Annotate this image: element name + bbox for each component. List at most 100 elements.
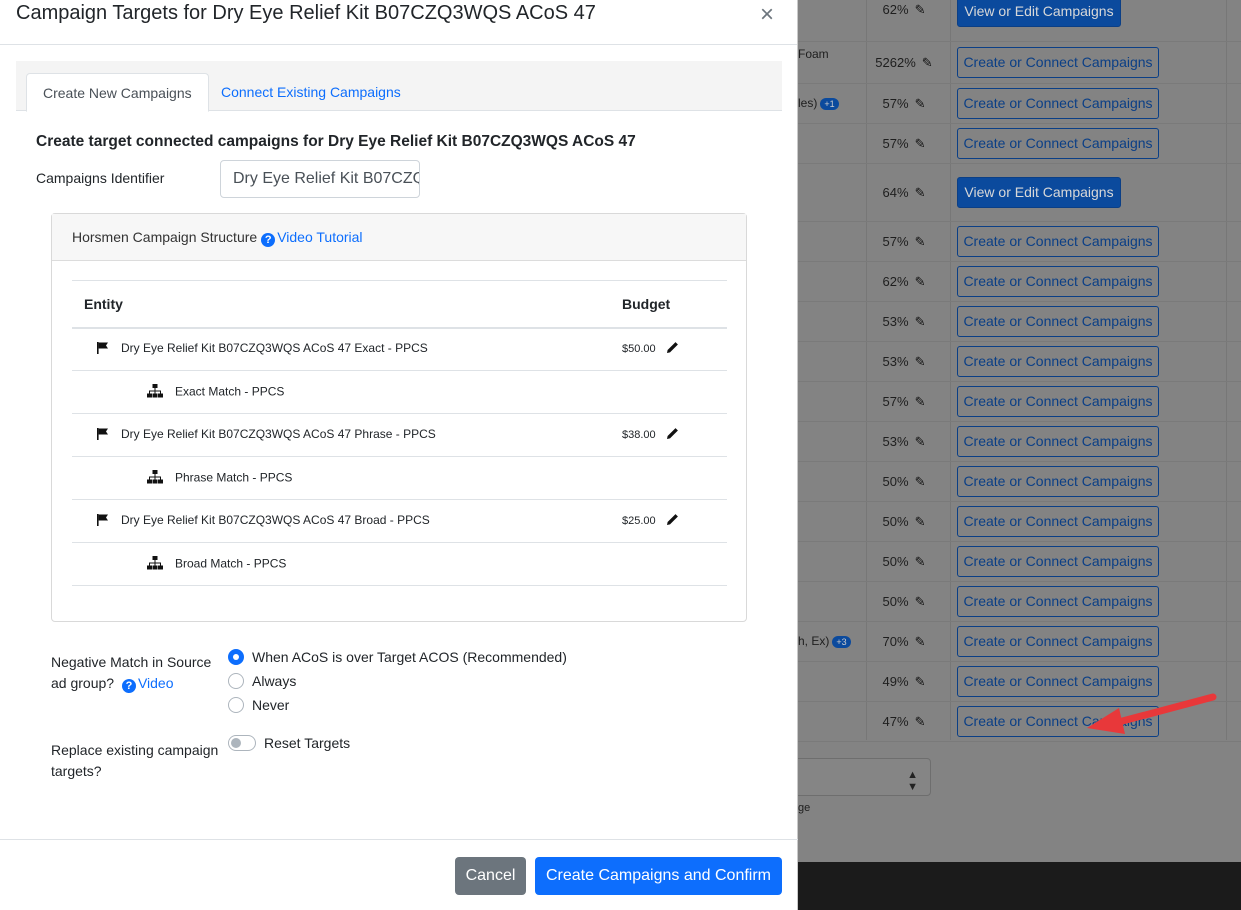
- create-campaigns-confirm-button[interactable]: Create Campaigns and Confirm: [535, 857, 782, 895]
- acos-value: 50%: [882, 474, 909, 489]
- pencil-icon[interactable]: ✎: [915, 474, 926, 490]
- acos-cell: 53% ✎: [866, 314, 942, 330]
- radio-label: When ACoS is over Target ACOS (Recommend…: [252, 649, 567, 665]
- pencil-icon[interactable]: ✎: [915, 434, 926, 450]
- video-tutorial-link[interactable]: Video Tutorial: [277, 229, 362, 245]
- modal-title: Campaign Targets for Dry Eye Relief Kit …: [16, 2, 596, 24]
- pencil-icon[interactable]: [666, 513, 679, 529]
- create-connect-campaigns-button[interactable]: Create or Connect Campaigns: [957, 226, 1159, 257]
- red-arrow-icon: [1087, 693, 1217, 734]
- create-connect-campaigns-button[interactable]: Create or Connect Campaigns: [957, 546, 1159, 577]
- acos-value: 53%: [882, 354, 909, 369]
- card-header: Horsmen Campaign Structure? Video Tutoria…: [52, 214, 746, 261]
- question-circle-icon: ?: [261, 233, 276, 247]
- create-connect-campaigns-button[interactable]: Create or Connect Campaigns: [957, 128, 1159, 159]
- entity-name: Broad Match - PPCS: [175, 556, 287, 571]
- acos-value: 57%: [882, 234, 909, 249]
- pencil-icon[interactable]: ✎: [915, 554, 926, 570]
- create-connect-campaigns-button[interactable]: Create or Connect Campaigns: [957, 346, 1159, 377]
- pencil-icon[interactable]: ✎: [915, 185, 926, 201]
- page-size-hint: ge: [798, 802, 811, 814]
- tab-create-new-campaigns[interactable]: Create New Campaigns: [26, 73, 209, 112]
- close-icon[interactable]: ×: [760, 3, 774, 27]
- acos-cell: 49% ✎: [866, 674, 942, 690]
- flag-icon: [96, 341, 109, 357]
- replace-targets-label: Replace existing campaign targets?: [51, 742, 219, 779]
- pencil-icon[interactable]: ✎: [922, 55, 933, 71]
- pencil-icon[interactable]: ✎: [915, 714, 926, 730]
- campaign-targets-modal: Campaign Targets for Dry Eye Relief Kit …: [0, 0, 798, 910]
- create-connect-campaigns-button[interactable]: Create or Connect Campaigns: [957, 626, 1159, 657]
- view-edit-campaigns-button[interactable]: View or Edit Campaigns: [957, 177, 1121, 208]
- column-header-budget: Budget: [622, 280, 727, 329]
- structure-heading: Horsmen Campaign Structure: [72, 229, 258, 245]
- count-badge: +1: [820, 98, 839, 110]
- pencil-icon[interactable]: ✎: [915, 514, 926, 530]
- pencil-icon[interactable]: [666, 427, 679, 443]
- negative-match-label: Negative Match in Source ad group? ? Vide…: [51, 652, 221, 694]
- pencil-icon[interactable]: ✎: [915, 354, 926, 370]
- product-name-fragment: Foam: [798, 47, 829, 61]
- pencil-icon[interactable]: ✎: [915, 314, 926, 330]
- pencil-icon[interactable]: ✎: [915, 594, 926, 610]
- pencil-icon[interactable]: ✎: [915, 234, 926, 250]
- acos-value: 50%: [882, 514, 909, 529]
- count-badge: +3: [832, 636, 851, 648]
- entity-name: Phrase Match - PPCS: [175, 470, 293, 485]
- pencil-icon[interactable]: ✎: [915, 274, 926, 290]
- acos-cell: 50% ✎: [866, 474, 942, 490]
- sitemap-icon: [147, 555, 163, 573]
- create-connect-campaigns-button[interactable]: Create or Connect Campaigns: [957, 306, 1159, 337]
- entity-name: Exact Match - PPCS: [175, 384, 285, 399]
- radio-button[interactable]: [228, 697, 244, 713]
- acos-cell: 50% ✎: [866, 594, 942, 610]
- create-connect-campaigns-button[interactable]: Create or Connect Campaigns: [957, 426, 1159, 457]
- negative-match-video-link[interactable]: Video: [138, 675, 174, 691]
- campaigns-identifier-input[interactable]: Dry Eye Relief Kit B07CZQ3WQS ACoS 47: [220, 160, 420, 198]
- acos-value: 62%: [882, 274, 909, 289]
- pencil-icon[interactable]: ✎: [915, 96, 926, 112]
- tab-bar: Create New Campaigns Connect Existing Ca…: [16, 61, 782, 112]
- cancel-button[interactable]: Cancel: [455, 857, 526, 895]
- pencil-icon[interactable]: ✎: [915, 2, 926, 18]
- create-connect-campaigns-button[interactable]: Create or Connect Campaigns: [957, 466, 1159, 497]
- create-connect-campaigns-button[interactable]: Create or Connect Campaigns: [957, 266, 1159, 297]
- negative-match-option[interactable]: Always: [228, 669, 567, 693]
- fragment-text: h, Ex): [798, 634, 830, 648]
- acos-cell: 53% ✎: [866, 434, 942, 450]
- acos-value: 50%: [882, 594, 909, 609]
- reset-targets-toggle[interactable]: [228, 735, 256, 751]
- select-caret-icon: ▲ ▼: [907, 769, 918, 793]
- create-connect-campaigns-button[interactable]: Create or Connect Campaigns: [957, 506, 1159, 537]
- tab-connect-existing-campaigns[interactable]: Connect Existing Campaigns: [205, 73, 417, 112]
- campaign-structure-table: Entity Budget Dry Eye Relief Kit B07CZQ3…: [72, 280, 727, 586]
- budget-cell: [622, 456, 727, 500]
- budget-cell: $25.00: [622, 499, 727, 543]
- acos-value: 57%: [882, 136, 909, 151]
- acos-value: 50%: [882, 554, 909, 569]
- modal-header: Campaign Targets for Dry Eye Relief Kit …: [0, 0, 797, 45]
- fragment-text: Foam: [798, 47, 829, 61]
- create-connect-campaigns-button[interactable]: Create or Connect Campaigns: [957, 586, 1159, 617]
- negative-match-option[interactable]: Never: [228, 693, 567, 717]
- budget-value: $50.00: [622, 343, 656, 356]
- acos-value: 47%: [882, 714, 909, 729]
- campaigns-identifier-label: Campaigns Identifier: [36, 170, 165, 186]
- pencil-icon[interactable]: ✎: [915, 136, 926, 152]
- view-edit-campaigns-button[interactable]: View or Edit Campaigns: [957, 0, 1121, 27]
- acos-cell: 70% ✎: [866, 634, 942, 650]
- create-connect-campaigns-button[interactable]: Create or Connect Campaigns: [957, 386, 1159, 417]
- radio-button[interactable]: [228, 673, 244, 689]
- pencil-icon[interactable]: ✎: [915, 394, 926, 410]
- entity-name: Dry Eye Relief Kit B07CZQ3WQS ACoS 47 Ph…: [121, 427, 436, 442]
- pencil-icon[interactable]: ✎: [915, 674, 926, 690]
- budget-cell: [622, 542, 727, 586]
- pencil-icon[interactable]: [666, 341, 679, 357]
- acos-cell: 64% ✎: [866, 185, 942, 201]
- acos-value: 53%: [882, 314, 909, 329]
- radio-button[interactable]: [228, 649, 244, 665]
- create-connect-campaigns-button[interactable]: Create or Connect Campaigns: [957, 47, 1159, 78]
- pencil-icon[interactable]: ✎: [915, 634, 926, 650]
- create-connect-campaigns-button[interactable]: Create or Connect Campaigns: [957, 88, 1159, 119]
- negative-match-option[interactable]: When ACoS is over Target ACOS (Recommend…: [228, 645, 567, 669]
